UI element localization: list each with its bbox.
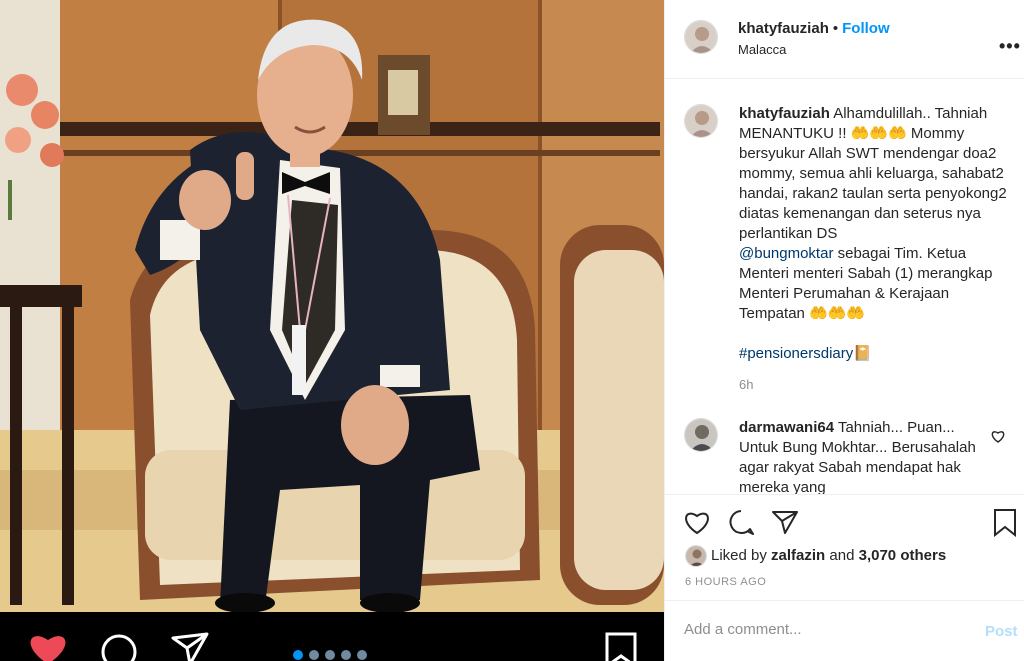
carousel-dot[interactable] <box>341 650 351 660</box>
comment-icon[interactable] <box>727 509 755 540</box>
likes-summary: Liked by zalfazin and 3,070 others <box>711 547 946 564</box>
post-header: khatyfauziah • Follow Malacca ••• <box>665 0 1024 79</box>
share-icon[interactable] <box>170 632 210 661</box>
follow-button[interactable]: Follow <box>842 20 890 37</box>
mention-link[interactable]: @bungmoktar <box>739 245 833 262</box>
liker-username[interactable]: zalfazin <box>771 547 825 564</box>
comment-input[interactable] <box>684 621 944 638</box>
avatar[interactable] <box>684 20 718 54</box>
share-icon[interactable] <box>771 509 799 540</box>
bookmark-icon[interactable] <box>604 632 638 661</box>
carousel-dot[interactable] <box>309 650 319 660</box>
bookmark-icon[interactable] <box>993 509 1017 542</box>
carousel-dot[interactable] <box>357 650 367 660</box>
header-username[interactable]: khatyfauziah <box>738 20 829 37</box>
caption-avatar[interactable] <box>684 104 718 138</box>
carousel-indicator <box>293 650 367 660</box>
carousel-dot[interactable] <box>325 650 335 660</box>
post-time-ago[interactable]: 6 HOURS AGO <box>685 576 766 588</box>
header-separator: • <box>832 20 839 37</box>
comments-list[interactable]: khatyfauziah Alhamdulillah.. Tahniah MEN… <box>665 80 1024 494</box>
post-comment-button[interactable]: Post <box>985 623 1018 640</box>
liked-by-label: Liked by <box>711 547 767 564</box>
hashtag-link[interactable]: #pensionersdiary <box>739 345 853 362</box>
like-heart-icon[interactable] <box>683 509 711 540</box>
add-comment-bar: Post <box>665 600 1024 661</box>
comment-item: darmawani64 Tahniah... Puan... Untuk Bun… <box>739 418 984 494</box>
more-options-icon[interactable]: ••• <box>999 36 1021 57</box>
commenter-avatar[interactable] <box>684 418 718 452</box>
caption-text: Alhamdulillah.. Tahniah MENANTUKU !! 🤲🤲🤲… <box>739 105 1007 242</box>
likes-joiner: and <box>829 547 855 564</box>
comment-like-icon[interactable] <box>991 430 1005 448</box>
notebook-emoji: 📔 <box>853 345 872 362</box>
carousel-dot[interactable] <box>293 650 303 660</box>
post-photo[interactable] <box>0 0 664 661</box>
likes-count[interactable]: 3,070 others <box>859 547 947 564</box>
heart-filled-icon[interactable] <box>26 632 70 661</box>
comment-icon[interactable] <box>100 632 140 661</box>
caption-username[interactable]: khatyfauziah <box>739 105 830 122</box>
post-caption: khatyfauziah Alhamdulillah.. Tahniah MEN… <box>739 104 1009 364</box>
caption-timestamp[interactable]: 6h <box>739 377 753 392</box>
photo-image <box>0 0 664 612</box>
post-details-panel: khatyfauziah • Follow Malacca ••• khatyfau… <box>664 0 1024 661</box>
comment-username[interactable]: darmawani64 <box>739 419 834 436</box>
post-actions: Liked by zalfazin and 3,070 others 6 HOU… <box>665 494 1024 600</box>
location-link[interactable]: Malacca <box>738 42 786 57</box>
liker-avatar[interactable] <box>685 545 707 567</box>
